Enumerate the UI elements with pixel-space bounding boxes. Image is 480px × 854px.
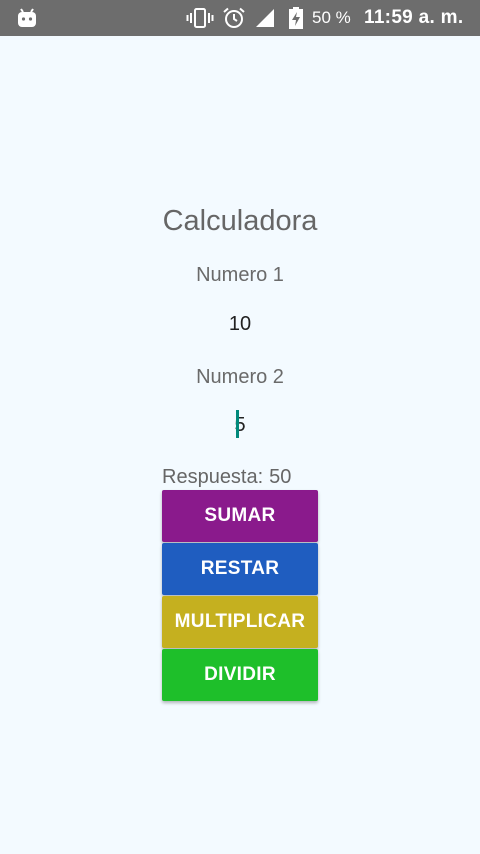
- multiplicar-button[interactable]: MULTIPLICAR: [162, 596, 318, 648]
- android-icon: [16, 0, 38, 36]
- sumar-button[interactable]: SUMAR: [162, 490, 318, 542]
- number-1-input[interactable]: [162, 306, 318, 342]
- text-cursor: [236, 410, 239, 438]
- number-2-label: Numero 2: [196, 366, 284, 388]
- vibrate-icon: [186, 0, 214, 36]
- answer-label: Respuesta:: [162, 466, 264, 488]
- dividir-button[interactable]: DIVIDIR: [162, 649, 318, 701]
- number-1-label: Numero 1: [196, 264, 284, 286]
- clock-time: 11:59 a. m.: [364, 7, 464, 28]
- battery-percent: 50 %: [312, 8, 351, 27]
- answer-value: 50: [269, 466, 292, 488]
- answer-display: Respuesta: 50: [162, 466, 291, 489]
- battery-icon: [288, 0, 304, 36]
- number-2-input[interactable]: [162, 407, 318, 443]
- alarm-icon: [222, 0, 246, 36]
- restar-button[interactable]: RESTAR: [162, 543, 318, 595]
- status-bar: 50 % 11:59 a. m.: [0, 0, 480, 36]
- page-title: Calculadora: [162, 205, 318, 237]
- signal-icon: [254, 0, 276, 36]
